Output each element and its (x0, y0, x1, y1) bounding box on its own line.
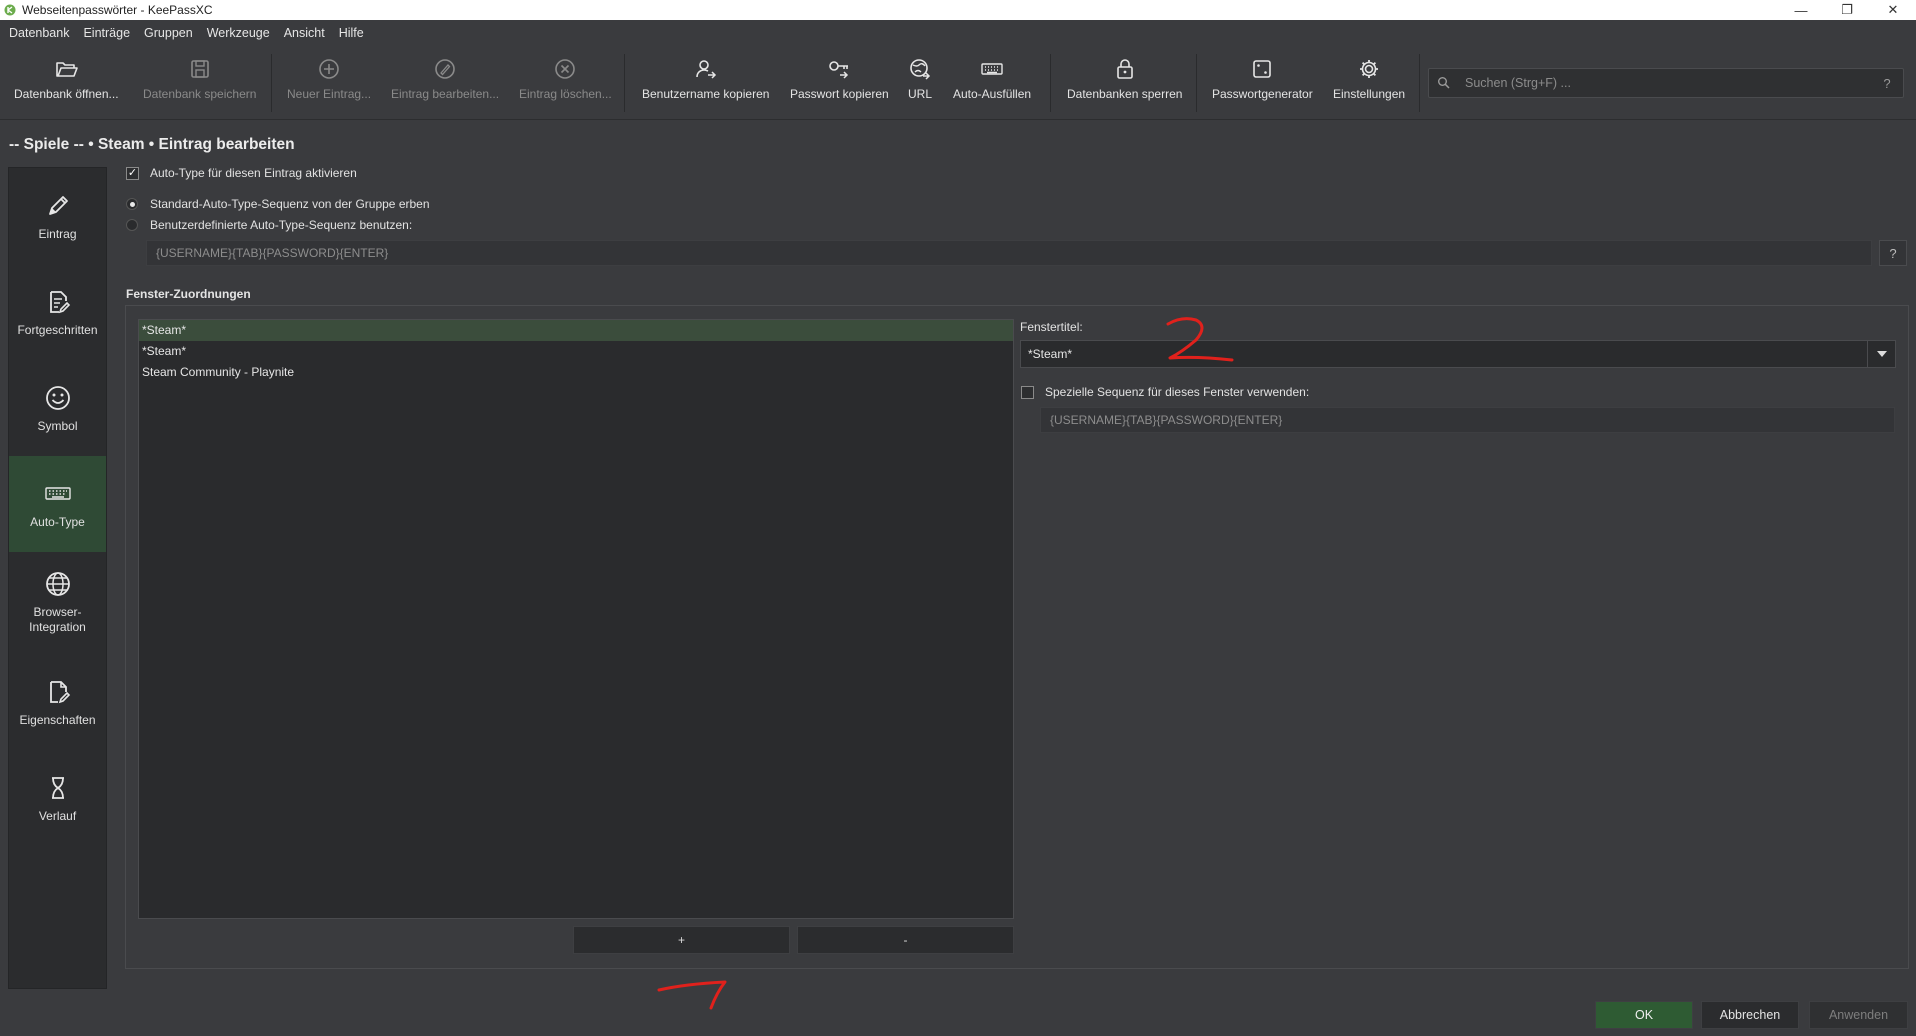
gear-icon (1360, 60, 1379, 78)
menu-datenbank[interactable]: Datenbank (2, 26, 76, 40)
user-copy-icon (695, 60, 716, 79)
copy-password-button[interactable]: Passwort kopieren (790, 56, 889, 114)
settings-button[interactable]: Einstellungen (1333, 56, 1405, 114)
save-database-button[interactable]: Datenbank speichern (143, 56, 256, 114)
custom-sequence-input[interactable]: {USERNAME}{TAB}{PASSWORD}{ENTER} (146, 240, 1872, 266)
pencil-icon (48, 195, 68, 215)
chevron-down-icon[interactable] (1867, 341, 1895, 367)
title-bar: Webseitenpasswörter - KeePassXC — ❐ ✕ (0, 0, 1916, 20)
sidenav-item-symbol[interactable]: Symbol (9, 360, 106, 456)
sequence-help-button[interactable]: ? (1879, 240, 1907, 266)
list-item[interactable]: *Steam* (139, 320, 1013, 341)
smiley-icon (45, 385, 70, 410)
menu-ansicht[interactable]: Ansicht (277, 26, 332, 40)
custom-sequence-radio[interactable] (126, 219, 138, 231)
sidenav-item-verlauf[interactable]: Verlauf (9, 750, 106, 846)
open-database-button[interactable]: Datenbank öffnen... (14, 56, 119, 114)
keepassxc-logo-icon (4, 4, 16, 16)
sidenav-item-eintrag[interactable]: Eintrag (9, 168, 106, 264)
search-icon (1438, 77, 1450, 89)
globe-icon (45, 572, 70, 596)
apply-button[interactable]: Anwenden (1809, 1001, 1908, 1029)
lock-icon (1116, 59, 1133, 79)
toolbar-separator (1050, 54, 1051, 112)
window-title: Webseitenpasswörter - KeePassXC (22, 3, 213, 17)
toolbar-separator (271, 54, 272, 112)
add-association-button[interactable]: + (573, 926, 790, 954)
ok-button[interactable]: OK (1595, 1001, 1693, 1029)
window-title-label: Fenstertitel: (1020, 320, 1083, 334)
cancel-button[interactable]: Abbrechen (1701, 1001, 1799, 1029)
menu-hilfe[interactable]: Hilfe (332, 26, 371, 40)
globe-copy-icon (910, 59, 931, 80)
toolbar-separator (1419, 54, 1420, 112)
edit-circle-icon (435, 59, 455, 79)
enable-autotype-checkbox[interactable]: ✓ (126, 167, 139, 180)
sidenav-item-fortgeschritten[interactable]: Fortgeschritten (9, 264, 106, 360)
plus-circle-icon (319, 59, 339, 79)
save-icon (190, 60, 209, 78)
dice-icon (1253, 60, 1272, 78)
menu-werkzeuge[interactable]: Werkzeuge (200, 26, 277, 40)
special-sequence-input[interactable]: {USERNAME}{TAB}{PASSWORD}{ENTER} (1040, 407, 1895, 433)
edit-entry-button[interactable]: Eintrag bearbeiten... (391, 56, 499, 114)
search-help-button[interactable]: ? (1877, 76, 1897, 91)
new-entry-button[interactable]: Neuer Eintrag... (287, 56, 371, 114)
sidenav-item-eigenschaften[interactable]: Eigenschaften (9, 654, 106, 750)
x-circle-icon (555, 59, 576, 79)
password-generator-button[interactable]: Passwortgenerator (1212, 56, 1313, 114)
entry-sidenav: Eintrag Fortgeschritten Symbol Auto-Type… (8, 167, 107, 989)
enable-autotype-label: Auto-Type für diesen Eintrag aktivieren (150, 166, 357, 180)
key-icon (829, 61, 849, 79)
window-associations-title: Fenster-Zuordnungen (126, 287, 251, 301)
folder-open-icon (56, 62, 79, 77)
restore-button[interactable]: ❐ (1824, 0, 1870, 20)
search-input[interactable] (1465, 76, 1877, 90)
toolbar-separator (624, 54, 625, 112)
list-item[interactable]: *Steam* (139, 341, 1013, 362)
lock-databases-button[interactable]: Datenbanken sperren (1067, 56, 1182, 114)
copy-url-button[interactable]: URL (907, 56, 933, 114)
document-properties-icon (49, 680, 70, 703)
search-box: ? (1428, 68, 1904, 98)
hourglass-icon (51, 776, 64, 799)
menu-eintraege[interactable]: Einträge (76, 26, 137, 40)
special-sequence-label: Spezielle Sequenz für dieses Fenster ver… (1045, 385, 1310, 399)
keyboard-icon (44, 486, 71, 500)
window-title-value: *Steam* (1028, 347, 1073, 361)
special-sequence-checkbox[interactable] (1021, 386, 1034, 399)
remove-association-button[interactable]: - (797, 926, 1014, 954)
menu-gruppen[interactable]: Gruppen (137, 26, 200, 40)
delete-entry-button[interactable]: Eintrag löschen... (519, 56, 612, 114)
inherit-sequence-label: Standard-Auto-Type-Sequenz von der Grupp… (150, 197, 430, 211)
minimize-button[interactable]: — (1778, 0, 1824, 20)
annotation-number-1 (657, 980, 727, 1010)
sidenav-item-browser-integration[interactable]: Browser- Integration (9, 552, 106, 652)
document-edit-icon (49, 290, 70, 313)
toolbar-separator (1196, 54, 1197, 112)
sidenav-item-auto-type[interactable]: Auto-Type (9, 456, 106, 552)
keyboard-icon (981, 63, 1003, 75)
custom-sequence-label: Benutzerdefinierte Auto-Type-Sequenz ben… (150, 218, 413, 232)
inherit-sequence-radio[interactable] (126, 198, 138, 210)
menu-bar: Datenbank Einträge Gruppen Werkzeuge Ans… (0, 20, 1916, 46)
window-associations-list[interactable]: *Steam* *Steam* Steam Community - Playni… (138, 319, 1014, 919)
list-item[interactable]: Steam Community - Playnite (139, 362, 1013, 383)
page-title: -- Spiele -- • Steam • Eintrag bearbeite… (9, 136, 295, 153)
copy-username-button[interactable]: Benutzername kopieren (642, 56, 769, 114)
close-button[interactable]: ✕ (1870, 0, 1916, 20)
autofill-button[interactable]: Auto-Ausfüllen (953, 56, 1031, 114)
window-title-combobox[interactable]: *Steam* (1020, 340, 1896, 368)
